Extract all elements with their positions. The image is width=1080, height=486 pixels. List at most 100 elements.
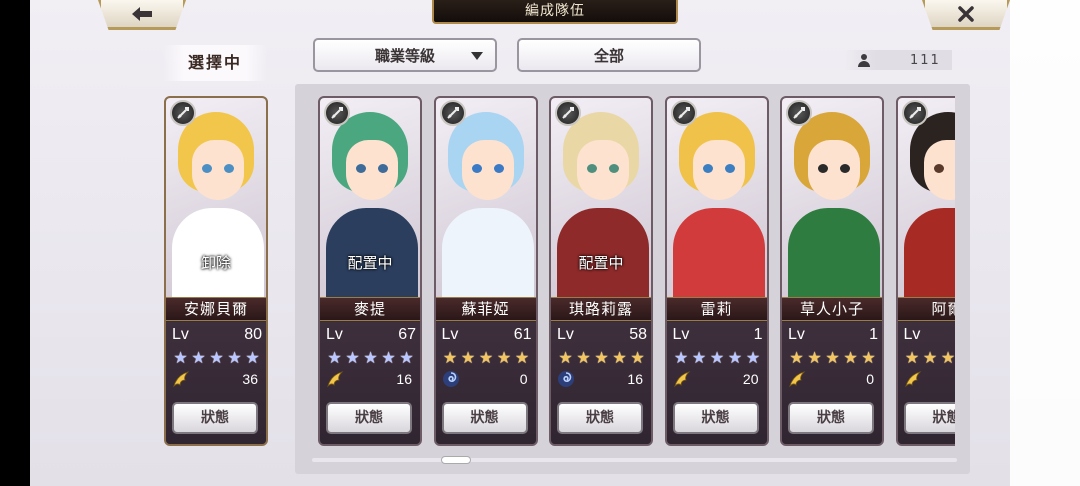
rarity-stars: ★★★★★ xyxy=(172,350,264,366)
rarity-stars: ★★★★★ xyxy=(442,350,534,366)
star-icon: ★ xyxy=(691,348,707,367)
unit-portrait xyxy=(897,98,955,298)
wing-icon xyxy=(172,370,190,388)
wing-icon xyxy=(673,370,691,388)
person-icon xyxy=(858,53,870,67)
back-button[interactable] xyxy=(98,0,186,30)
wing-icon xyxy=(904,371,921,388)
unit-name: 草人小子 xyxy=(782,297,882,321)
star-icon: ★ xyxy=(843,348,858,367)
portrait-eye xyxy=(702,164,713,173)
swirl-icon xyxy=(442,371,459,387)
axe-badge-icon xyxy=(439,100,466,126)
chevron-down-icon xyxy=(471,52,483,60)
unit-portrait xyxy=(666,98,767,298)
star-icon: ★ xyxy=(345,348,360,367)
portrait-face xyxy=(577,140,629,200)
unit-status-button[interactable]: 狀態 xyxy=(172,402,258,434)
unit-stats: Lv 1 ★ ★ ★ ★ ★ 0 狀態 xyxy=(782,322,882,444)
filter-all-button[interactable]: 全部 xyxy=(517,38,701,72)
portrait-eye xyxy=(840,164,850,173)
resource-value: 20 xyxy=(742,371,759,387)
level-value: 67 xyxy=(398,326,416,343)
unit-stats: Lv 1 ★ ★ ★ ★ ★ 20 狀態 xyxy=(666,322,767,444)
star-icon: ★ xyxy=(363,348,378,367)
close-x-icon xyxy=(958,5,974,22)
close-button[interactable] xyxy=(922,0,1010,30)
star-icon: ★ xyxy=(576,348,591,367)
rarity-stars: ★★★★★ xyxy=(788,350,880,366)
swirl-icon xyxy=(442,370,460,388)
scrollbar-thumb[interactable] xyxy=(441,456,471,464)
unit-name: 阿爾 xyxy=(897,297,955,321)
sword-badge-icon xyxy=(170,100,196,126)
star-icon: ★ xyxy=(630,348,645,367)
star-icon: ★ xyxy=(460,348,476,367)
level-label: Lv xyxy=(326,326,343,343)
deploy-status-text: 配置中 xyxy=(347,254,393,272)
portrait-face xyxy=(192,140,244,200)
unit-card-3[interactable]: 雷莉 Lv 1 ★ ★ ★ ★ ★ 20 狀態 xyxy=(664,96,769,446)
star-icon: ★ xyxy=(191,348,206,367)
resource-value: 0 xyxy=(519,371,528,387)
portrait-eye xyxy=(587,164,597,173)
sword-badge-icon xyxy=(555,100,581,126)
unit-card-0[interactable]: 配置中 麥提 Lv 67 ★ ★ ★ ★ ★ 16 狀態 xyxy=(318,96,422,446)
portrait-eye xyxy=(724,164,735,173)
portrait-body xyxy=(788,208,880,298)
unit-card-1[interactable]: 蘇菲婭 Lv 61 ★ ★ ★ ★ ★ 0 狀態 xyxy=(433,96,538,446)
unit-name: 雷莉 xyxy=(666,297,767,321)
rarity-stars: ★★★★★ xyxy=(904,348,955,367)
star-icon: ★ xyxy=(745,348,761,367)
portrait-eye xyxy=(933,164,944,173)
star-icon: ★ xyxy=(209,348,224,367)
unit-list[interactable]: 配置中 麥提 Lv 67 ★ ★ ★ ★ ★ 16 狀態 蘇菲婭 Lv 61 ★… xyxy=(318,96,955,448)
star-icon: ★ xyxy=(558,348,573,367)
unit-card-selected[interactable]: 卸除 安娜貝爾 Lv 80 ★ ★ ★ ★ ★ 36 狀態 xyxy=(164,96,268,446)
level-value: 1 xyxy=(869,326,878,343)
unit-status-button[interactable]: 狀態 xyxy=(326,402,412,434)
level-label: Lv xyxy=(441,326,459,343)
level-value: 80 xyxy=(244,326,262,343)
class-level-sort-dropdown[interactable]: 職業等級 xyxy=(313,38,497,72)
resource-value: 16 xyxy=(627,371,643,387)
portrait-body xyxy=(903,208,955,298)
unit-status-button[interactable]: 狀態 xyxy=(557,402,643,434)
unit-card-5[interactable]: 阿爾 Lv ★★★★★ 狀態 xyxy=(895,96,955,446)
unit-status-button[interactable]: 狀態 xyxy=(672,402,759,434)
star-icon: ★ xyxy=(709,348,725,367)
selected-unit-slot: 卸除 安娜貝爾 Lv 80 ★ ★ ★ ★ ★ 36 狀態 xyxy=(164,96,268,446)
unit-status-button[interactable]: 狀態 xyxy=(788,402,874,434)
portrait-face xyxy=(808,140,860,200)
unit-card-2[interactable]: 配置中 琪路莉露 Lv 58 ★ ★ ★ ★ ★ 16 狀態 xyxy=(549,96,653,446)
unit-name: 麥提 xyxy=(320,297,420,321)
star-icon: ★ xyxy=(807,348,822,367)
wing-icon xyxy=(173,371,190,388)
level-label: Lv xyxy=(557,326,574,343)
unit-card-4[interactable]: 草人小子 Lv 1 ★ ★ ★ ★ ★ 0 狀態 xyxy=(780,96,884,446)
portrait-eye xyxy=(493,164,504,173)
unit-stats: Lv 67 ★ ★ ★ ★ ★ 16 狀態 xyxy=(320,322,420,444)
sort-label: 職業等級 xyxy=(374,46,435,65)
unit-name: 安娜貝爾 xyxy=(166,297,266,321)
unit-stats: Lv ★★★★★ 狀態 xyxy=(897,322,955,444)
star-icon: ★ xyxy=(825,348,840,367)
scrollbar-track[interactable] xyxy=(312,458,957,462)
unit-count-value: 111 xyxy=(910,52,941,68)
wing-icon xyxy=(326,370,344,388)
portrait-face xyxy=(346,140,398,200)
unit-status-button[interactable]: 狀態 xyxy=(441,402,528,434)
page-title: 編成隊伍 xyxy=(432,0,678,24)
star-icon: ★ xyxy=(940,348,955,367)
unit-stats: Lv 58 ★ ★ ★ ★ ★ 16 狀態 xyxy=(551,322,651,444)
star-icon: ★ xyxy=(861,348,876,367)
unit-status-button[interactable]: 狀態 xyxy=(903,402,955,434)
star-icon: ★ xyxy=(727,348,743,367)
star-icon: ★ xyxy=(789,348,804,367)
resource-value: 36 xyxy=(242,371,258,387)
unit-stats: Lv 61 ★ ★ ★ ★ ★ 0 狀態 xyxy=(435,322,536,444)
level-label: Lv xyxy=(172,326,189,343)
swirl-icon xyxy=(557,370,575,388)
star-icon: ★ xyxy=(673,348,689,367)
wing-icon xyxy=(789,371,806,388)
